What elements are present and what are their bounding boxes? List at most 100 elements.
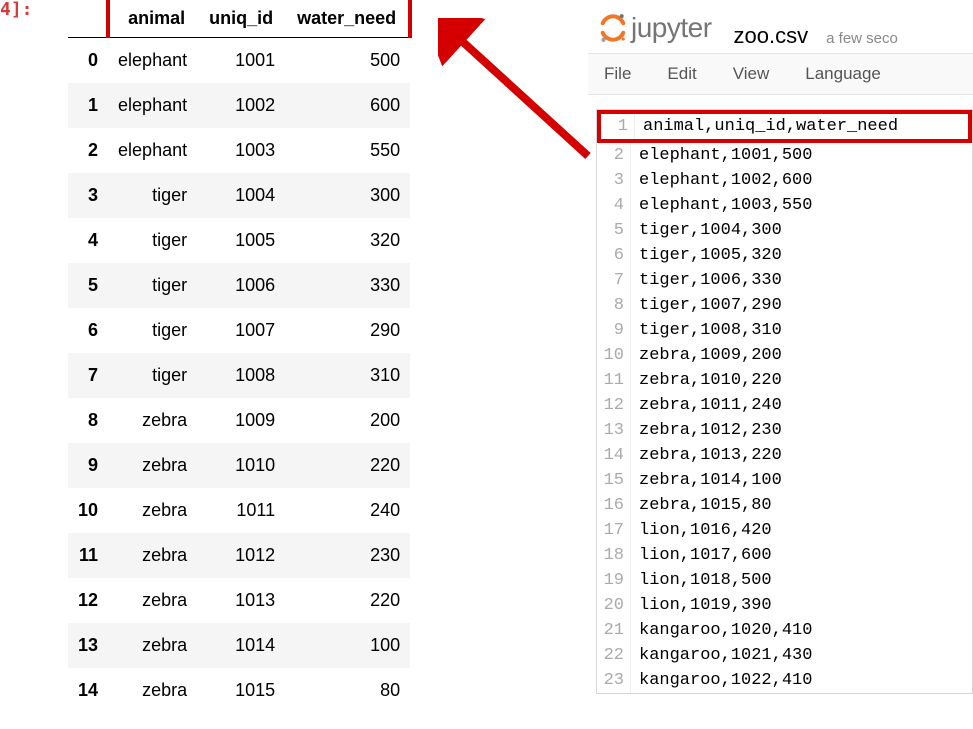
editor-line[interactable]: 7tiger,1006,330 bbox=[597, 268, 972, 293]
editor-line[interactable]: 18lion,1017,600 bbox=[597, 543, 972, 568]
editor-line[interactable]: 2elephant,1001,500 bbox=[597, 143, 972, 168]
row-index: 12 bbox=[68, 578, 108, 623]
line-number: 11 bbox=[597, 368, 631, 393]
table-row: 5tiger1006330 bbox=[68, 263, 410, 308]
editor-line[interactable]: 19lion,1018,500 bbox=[597, 568, 972, 593]
jupyter-editor-window: jupyter zoo.csv a few seco File Edit Vie… bbox=[588, 0, 973, 694]
cell-prompt: 4]: bbox=[0, 0, 33, 20]
cell-animal: elephant bbox=[108, 128, 197, 173]
editor-line[interactable]: 9tiger,1008,310 bbox=[597, 318, 972, 343]
editor-line[interactable]: 8tiger,1007,290 bbox=[597, 293, 972, 318]
line-number: 10 bbox=[597, 343, 631, 368]
line-text[interactable]: lion,1018,500 bbox=[631, 568, 780, 593]
editor-line[interactable]: 1animal,uniq_id,water_need bbox=[597, 110, 972, 143]
menu-view[interactable]: View bbox=[733, 64, 770, 84]
line-text[interactable]: elephant,1002,600 bbox=[631, 168, 820, 193]
line-text[interactable]: kangaroo,1020,410 bbox=[631, 618, 820, 643]
line-text[interactable]: lion,1017,600 bbox=[631, 543, 780, 568]
cell-uniq-id: 1002 bbox=[197, 83, 285, 128]
row-index: 7 bbox=[68, 353, 108, 398]
editor-line[interactable]: 17lion,1016,420 bbox=[597, 518, 972, 543]
editor-line[interactable]: 3elephant,1002,600 bbox=[597, 168, 972, 193]
line-text[interactable]: elephant,1003,550 bbox=[631, 193, 820, 218]
cell-animal: zebra bbox=[108, 443, 197, 488]
table-header-row: animal uniq_id water_need bbox=[68, 0, 410, 38]
cell-uniq-id: 1007 bbox=[197, 308, 285, 353]
editor-line[interactable]: 4elephant,1003,550 bbox=[597, 193, 972, 218]
editor-line[interactable]: 6tiger,1005,320 bbox=[597, 243, 972, 268]
table-row: 0elephant1001500 bbox=[68, 38, 410, 84]
jupyter-logo-text: jupyter bbox=[631, 12, 712, 44]
line-text[interactable]: zebra,1015,80 bbox=[631, 493, 780, 518]
editor-line[interactable]: 10zebra,1009,200 bbox=[597, 343, 972, 368]
line-number: 19 bbox=[597, 568, 631, 593]
line-text[interactable]: tiger,1008,310 bbox=[631, 318, 790, 343]
cell-uniq-id: 1009 bbox=[197, 398, 285, 443]
menu-edit[interactable]: Edit bbox=[667, 64, 696, 84]
table-row: 12zebra1013220 bbox=[68, 578, 410, 623]
menu-language[interactable]: Language bbox=[805, 64, 881, 84]
cell-uniq-id: 1004 bbox=[197, 173, 285, 218]
line-text[interactable]: zebra,1013,220 bbox=[631, 443, 790, 468]
line-number: 9 bbox=[597, 318, 631, 343]
row-index: 0 bbox=[68, 38, 108, 84]
cell-animal: tiger bbox=[108, 173, 197, 218]
line-text[interactable]: tiger,1004,300 bbox=[631, 218, 790, 243]
editor-line[interactable]: 15zebra,1014,100 bbox=[597, 468, 972, 493]
line-text[interactable]: tiger,1007,290 bbox=[631, 293, 790, 318]
line-number: 6 bbox=[597, 243, 631, 268]
row-index: 2 bbox=[68, 128, 108, 173]
text-editor[interactable]: 1animal,uniq_id,water_need2elephant,1001… bbox=[596, 109, 973, 694]
line-text[interactable]: zebra,1014,100 bbox=[631, 468, 790, 493]
cell-water-need: 80 bbox=[285, 668, 410, 713]
table-row: 7tiger1008310 bbox=[68, 353, 410, 398]
cell-animal: tiger bbox=[108, 308, 197, 353]
editor-line[interactable]: 22kangaroo,1021,430 bbox=[597, 643, 972, 668]
row-index: 14 bbox=[68, 668, 108, 713]
row-index: 4 bbox=[68, 218, 108, 263]
line-text[interactable]: tiger,1005,320 bbox=[631, 243, 790, 268]
line-number: 7 bbox=[597, 268, 631, 293]
editor-line[interactable]: 16zebra,1015,80 bbox=[597, 493, 972, 518]
line-text[interactable]: zebra,1012,230 bbox=[631, 418, 790, 443]
cell-uniq-id: 1011 bbox=[197, 488, 285, 533]
jupyter-logo[interactable]: jupyter bbox=[598, 12, 712, 44]
line-text[interactable]: kangaroo,1021,430 bbox=[631, 643, 820, 668]
line-text[interactable]: lion,1019,390 bbox=[631, 593, 780, 618]
editor-line[interactable]: 21kangaroo,1020,410 bbox=[597, 618, 972, 643]
line-text[interactable]: zebra,1010,220 bbox=[631, 368, 790, 393]
line-text[interactable]: lion,1016,420 bbox=[631, 518, 780, 543]
editor-line[interactable]: 14zebra,1013,220 bbox=[597, 443, 972, 468]
cell-animal: tiger bbox=[108, 263, 197, 308]
cell-water-need: 220 bbox=[285, 443, 410, 488]
cell-animal: tiger bbox=[108, 353, 197, 398]
line-text[interactable]: elephant,1001,500 bbox=[631, 143, 820, 168]
cell-animal: zebra bbox=[108, 533, 197, 578]
cell-water-need: 290 bbox=[285, 308, 410, 353]
line-text[interactable]: tiger,1006,330 bbox=[631, 268, 790, 293]
editor-line[interactable]: 11zebra,1010,220 bbox=[597, 368, 972, 393]
cell-water-need: 500 bbox=[285, 38, 410, 84]
line-text[interactable]: zebra,1011,240 bbox=[631, 393, 790, 418]
col-water-need: water_need bbox=[285, 0, 410, 38]
cell-water-need: 550 bbox=[285, 128, 410, 173]
editor-line[interactable]: 23kangaroo,1022,410 bbox=[597, 668, 972, 693]
menu-bar: File Edit View Language bbox=[588, 53, 973, 95]
cell-water-need: 320 bbox=[285, 218, 410, 263]
cell-water-need: 310 bbox=[285, 353, 410, 398]
editor-line[interactable]: 13zebra,1012,230 bbox=[597, 418, 972, 443]
editor-line[interactable]: 12zebra,1011,240 bbox=[597, 393, 972, 418]
line-text[interactable]: kangaroo,1022,410 bbox=[631, 668, 820, 693]
cell-animal: tiger bbox=[108, 218, 197, 263]
menu-file[interactable]: File bbox=[604, 64, 631, 84]
editor-line[interactable]: 5tiger,1004,300 bbox=[597, 218, 972, 243]
line-number: 5 bbox=[597, 218, 631, 243]
line-text[interactable]: animal,uniq_id,water_need bbox=[635, 114, 906, 139]
file-name[interactable]: zoo.csv bbox=[734, 23, 809, 49]
cell-animal: zebra bbox=[108, 398, 197, 443]
line-text[interactable]: zebra,1009,200 bbox=[631, 343, 790, 368]
cell-animal: zebra bbox=[108, 623, 197, 668]
editor-line[interactable]: 20lion,1019,390 bbox=[597, 593, 972, 618]
cell-water-need: 600 bbox=[285, 83, 410, 128]
cell-water-need: 200 bbox=[285, 398, 410, 443]
